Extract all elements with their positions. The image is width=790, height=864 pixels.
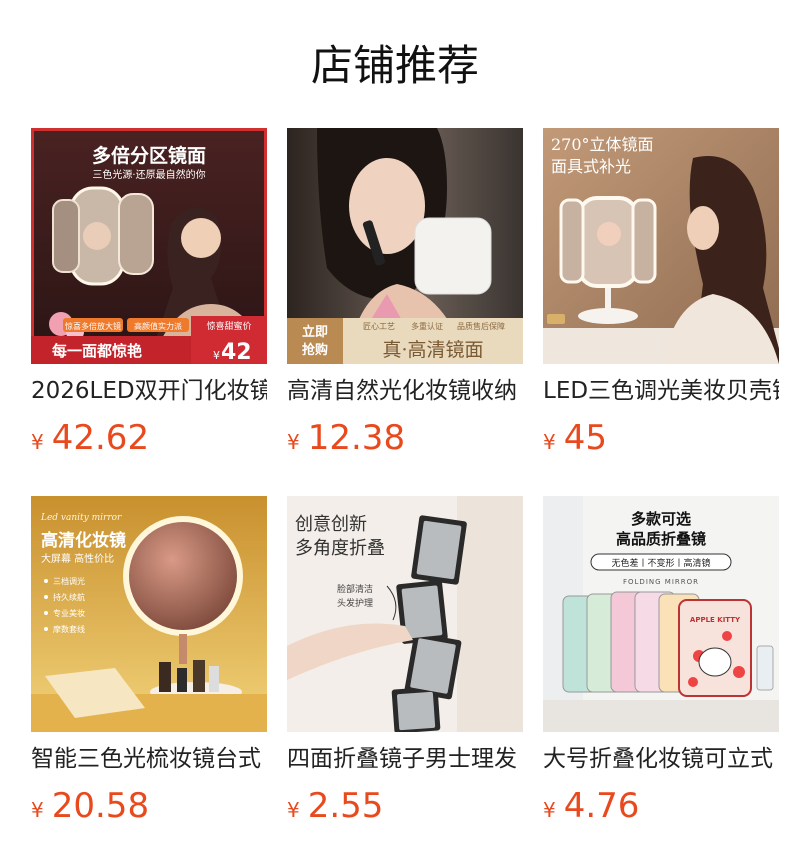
currency-symbol: ¥ <box>543 430 556 454</box>
image-banner: 真·高清镜面 <box>382 339 483 361</box>
image-note: 头发护理 <box>337 597 373 609</box>
image-pill: 无色差丨不变形丨高清镜 <box>611 557 710 569</box>
currency-symbol: ¥ <box>287 430 300 454</box>
image-feature: 专业美妆 <box>53 608 85 618</box>
image-line: 面具式补光 <box>551 157 631 176</box>
image-line: 创意创新 <box>295 514 367 535</box>
image-badge: 立即 <box>302 324 328 340</box>
image-line: 高品质折叠镜 <box>616 530 706 548</box>
product-name[interactable]: 大号折叠化妆镜可立式 <box>543 744 779 774</box>
currency-symbol: ¥ <box>31 798 44 822</box>
image-feature: 三档调光 <box>53 576 85 586</box>
image-note: 脸部清洁 <box>337 583 373 595</box>
image-chip: 多重认证 <box>411 321 443 331</box>
image-headline: 多倍分区镜面 <box>92 144 206 167</box>
image-subline: 大屏幕 高性价比 <box>41 552 114 565</box>
price-value: 4.76 <box>563 786 640 826</box>
price-value: 20.58 <box>51 786 150 826</box>
price-value: 45 <box>563 418 607 458</box>
section-title: 店铺推荐 <box>310 41 479 90</box>
product-image[interactable]: Led vanity mirror 高清化妆镜 大屏幕 高性价比 三档调光 持久… <box>31 496 267 732</box>
image-banner-price: 42 <box>221 340 252 364</box>
product-price: ¥4.76 <box>543 786 639 826</box>
image-headline: 高清化妆镜 <box>41 530 126 551</box>
product-name[interactable]: 2026LED双开门化妆镜 <box>31 376 267 406</box>
image-chip: 品质售后保障 <box>457 321 505 331</box>
product-image[interactable]: 270°立体镜面 面具式补光 <box>543 128 779 364</box>
product-price: ¥45 <box>543 418 607 458</box>
product-image[interactable]: 创意创新 多角度折叠 脸部清洁 头发护理 <box>287 496 523 732</box>
image-feature: 持久续航 <box>53 592 85 602</box>
product-price: ¥20.58 <box>31 786 149 826</box>
image-price-currency: ¥ <box>213 349 220 362</box>
product-image[interactable]: 多倍分区镜面 三色光源·还原最自然的你 惊喜多倍放大镜 高颜值实力派 惊喜甜蜜价… <box>31 128 267 364</box>
product-name[interactable]: 四面折叠镜子男士理发 <box>287 744 523 774</box>
price-value: 2.55 <box>307 786 384 826</box>
image-tag: 高颜值实力派 <box>134 321 182 331</box>
image-chip: 匠心工艺 <box>363 322 395 331</box>
image-script: Led vanity mirror <box>40 513 122 523</box>
currency-symbol: ¥ <box>287 798 300 822</box>
product-grid: 多倍分区镜面 三色光源·还原最自然的你 惊喜多倍放大镜 高颜值实力派 惊喜甜蜜价… <box>31 128 790 864</box>
product-price: ¥2.55 <box>287 786 383 826</box>
image-banner: 每一面都惊艳 <box>52 342 142 360</box>
image-line: 多款可选 <box>631 510 691 528</box>
image-line: 270°立体镜面 <box>551 135 654 154</box>
image-caption: FOLDING MIRROR <box>623 578 699 586</box>
price-value: 42.62 <box>51 418 150 458</box>
product-name[interactable]: 智能三色光梳妆镜台式 <box>31 744 267 774</box>
price-value: 12.38 <box>307 418 406 458</box>
currency-symbol: ¥ <box>31 430 44 454</box>
currency-symbol: ¥ <box>543 798 556 822</box>
image-subline: 三色光源·还原最自然的你 <box>92 168 205 181</box>
product-image[interactable]: 多款可选 高品质折叠镜 无色差丨不变形丨高清镜 FOLDING MIRROR A… <box>543 496 779 732</box>
product-price: ¥42.62 <box>31 418 149 458</box>
image-brand: APPLE KITTY <box>690 616 741 624</box>
product-name[interactable]: 高清自然光化妆镜收纳 <box>287 376 523 406</box>
product-image[interactable]: 立即 抢购 匠心工艺 多重认证 品质售后保障 真·高清镜面 <box>287 128 523 364</box>
image-tag: 惊喜多倍放大镜 <box>65 321 121 331</box>
image-corner: 惊喜甜蜜价 <box>206 320 251 332</box>
image-feature: 摩数套线 <box>53 624 85 634</box>
product-price: ¥12.38 <box>287 418 405 458</box>
product-name[interactable]: LED三色调光美妆贝壳镜 <box>543 376 779 406</box>
image-line: 多角度折叠 <box>295 538 385 559</box>
image-badge: 抢购 <box>302 342 328 358</box>
